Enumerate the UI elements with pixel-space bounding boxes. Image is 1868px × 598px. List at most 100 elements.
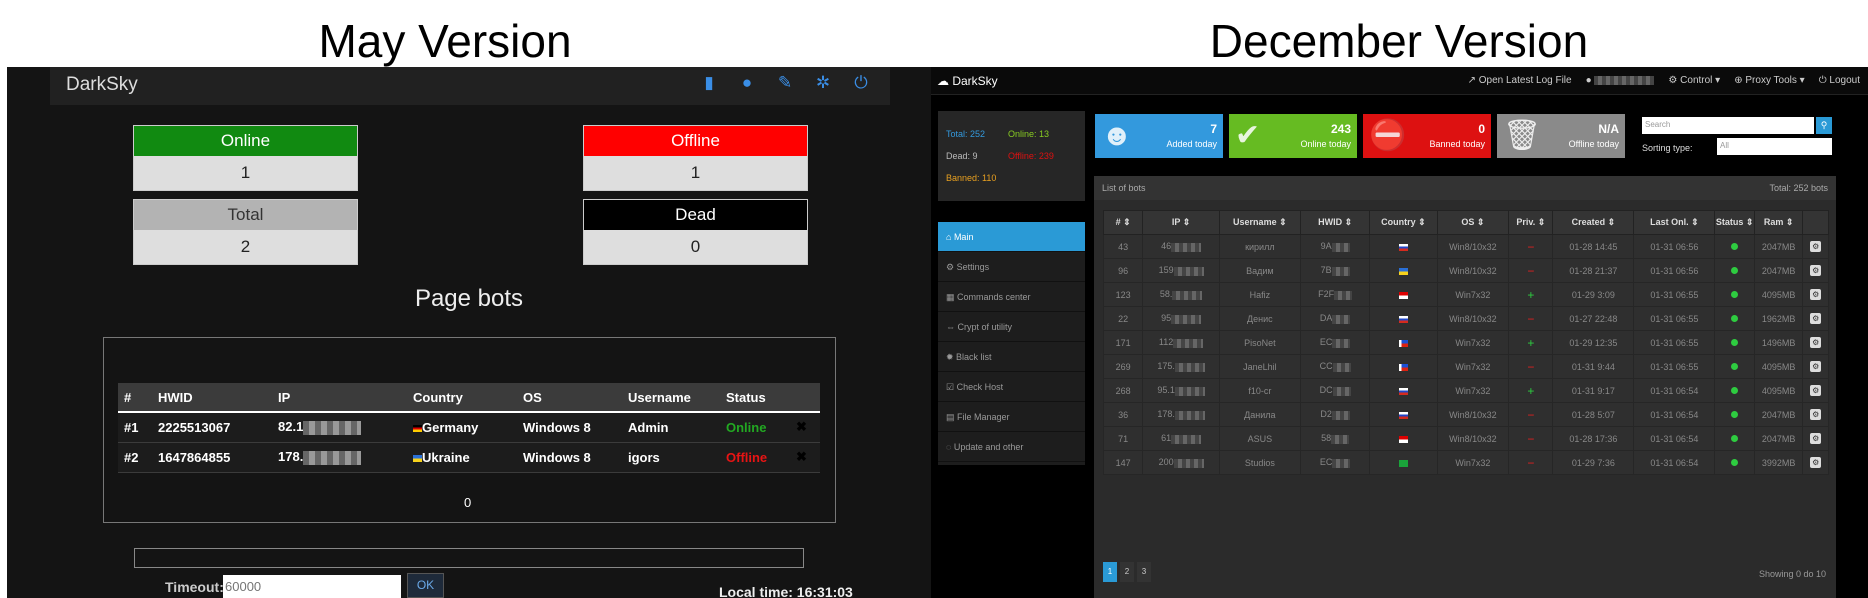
page-number[interactable]: 0 xyxy=(464,495,471,510)
row-action[interactable]: ⚙ xyxy=(1802,354,1829,379)
table-row[interactable]: 123 58. Hafiz F2F Win7x32 +01-29 3:09 01-31 06… xyxy=(1102,282,1829,307)
dec-col-8[interactable]: Last Onl. ⇕ xyxy=(1633,210,1716,235)
table-row[interactable]: #2 1647864855 178. Ukraine Windows 8 igo… xyxy=(118,442,820,473)
brand[interactable]: DarkSky xyxy=(66,74,138,96)
delete-icon[interactable]: ✖ xyxy=(790,442,820,473)
gear-icon[interactable]: ⚙ xyxy=(1810,313,1822,324)
col-os[interactable]: OS xyxy=(517,383,622,413)
col-hwid[interactable]: HWID xyxy=(152,383,272,413)
status-online-icon xyxy=(1731,266,1739,274)
open-log-link[interactable]: ↗ Open Latest Log File xyxy=(1468,75,1572,86)
proxy-tools-menu[interactable]: ⊕ Proxy Tools ▾ xyxy=(1734,75,1804,86)
row-action[interactable]: ⚙ xyxy=(1802,450,1829,475)
redacted-blur xyxy=(1331,266,1350,276)
dec-col-0[interactable]: # ⇕ xyxy=(1102,210,1144,235)
redacted-blur xyxy=(1172,290,1203,300)
dec-col-9[interactable]: Status ⇕ xyxy=(1714,210,1755,235)
power-icon[interactable]: ⏻ xyxy=(852,73,870,93)
gear-icon[interactable]: ⚙ xyxy=(1810,409,1822,420)
sidebar-item-commands[interactable]: ▦ Commands center xyxy=(938,282,1085,312)
search-icon: ⚲ xyxy=(1820,120,1828,130)
dec-col-5[interactable]: OS ⇕ xyxy=(1436,210,1510,235)
table-row[interactable]: 269 175. JaneLhil CC Win7x32−01-31 9:44 01-31… xyxy=(1102,354,1829,379)
table-row[interactable]: 268 95.1 f10-cr DC Win7x32 +01-31 9:17 01-31 0… xyxy=(1102,378,1829,403)
col-country[interactable]: Country xyxy=(407,383,517,413)
user-icon[interactable]: ● xyxy=(738,73,756,93)
signal-icon[interactable]: ▮ xyxy=(700,73,718,93)
gear-icon[interactable]: ⚙ xyxy=(1810,265,1822,276)
row-priv: − xyxy=(1508,258,1554,283)
dec-col-7[interactable]: Created ⇕ xyxy=(1552,210,1635,235)
top-links: ↗ Open Latest Log File ● ⚙ Control ▾ ⊕ P… xyxy=(1468,75,1860,86)
row-action[interactable]: ⚙ xyxy=(1802,306,1829,331)
logout-link[interactable]: ⏻ Logout xyxy=(1819,75,1860,86)
row-action[interactable]: ⚙ xyxy=(1802,234,1829,259)
row-username: кирилл xyxy=(1218,234,1301,259)
row-country xyxy=(1369,282,1438,307)
gear-icon[interactable]: ⚙ xyxy=(1810,385,1822,396)
dec-col-3[interactable]: HWID ⇕ xyxy=(1299,210,1371,235)
row-status xyxy=(1714,258,1755,283)
search-input[interactable]: Search xyxy=(1642,117,1814,134)
col-username[interactable]: Username xyxy=(622,383,720,413)
page-3[interactable]: 3 xyxy=(1137,562,1151,582)
row-action[interactable]: ⚙ xyxy=(1802,330,1829,355)
gear-icon[interactable]: ⚙ xyxy=(1810,289,1822,300)
col-num[interactable]: # xyxy=(118,383,152,413)
dec-col-2[interactable]: Username ⇕ xyxy=(1218,210,1301,235)
col-status[interactable]: Status xyxy=(720,383,790,413)
sidebar-item-crypt[interactable]: ⇔ Crypt of utility xyxy=(938,312,1085,342)
table-row[interactable]: #1 2225513067 82.1 Germany Windows 8 Adm… xyxy=(118,412,820,443)
row-action[interactable]: ⚙ xyxy=(1802,258,1829,283)
search-button[interactable]: ⚲ xyxy=(1816,117,1832,134)
row-last-online: 01-31 06:55 xyxy=(1633,354,1716,379)
dec-col-4[interactable]: Country ⇕ xyxy=(1369,210,1438,235)
table-row[interactable]: 43 46 кирилл 9A Win8/10x32−01-28 14:45 01-31 … xyxy=(1102,234,1829,259)
dec-col-11[interactable] xyxy=(1802,210,1829,235)
online-box: Online 1 xyxy=(133,125,358,191)
gear-icon[interactable]: ⚙ xyxy=(1810,241,1822,252)
row-last-online: 01-31 06:55 xyxy=(1633,282,1716,307)
page-2[interactable]: 2 xyxy=(1120,562,1134,582)
gear-icon[interactable]: ⚙ xyxy=(1810,337,1822,348)
table-row[interactable]: 36 178. Данила D2 Win8/10x32−01-28 5:07 01-31… xyxy=(1102,402,1829,427)
gear-icon[interactable]: ⚙ xyxy=(1810,433,1822,444)
page-1[interactable]: 1 xyxy=(1103,562,1117,582)
table-row[interactable]: 71 61 ASUS 58 Win8/10x32−01-28 17:36 01-31 06… xyxy=(1102,426,1829,451)
sidebar-item-update[interactable]: ◌ Update and other xyxy=(938,432,1085,462)
gear-icon[interactable]: ⚙ xyxy=(1810,361,1822,372)
gear-icon[interactable]: ⚙ xyxy=(1810,457,1822,468)
sidebar-item-main[interactable]: ⌂ Main xyxy=(938,222,1085,252)
table-row[interactable]: 22 95 Денис DA Win8/10x32−01-27 22:48 01-31 0… xyxy=(1102,306,1829,331)
sidebar-item-filemanager[interactable]: ▤ File Manager xyxy=(938,402,1085,432)
total-label: Total xyxy=(134,200,357,230)
brand[interactable]: ☁ DarkSky xyxy=(937,74,998,88)
gear-icon[interactable]: ✲ xyxy=(814,73,832,93)
row-action[interactable]: ⚙ xyxy=(1802,378,1829,403)
col-ip[interactable]: IP xyxy=(272,383,407,413)
row-hwid: EC xyxy=(1299,330,1371,355)
table-row[interactable]: 147 200 Studios EC Win7x32−01-29 7:36 01-31 0… xyxy=(1102,450,1829,475)
timeout-input[interactable] xyxy=(223,575,401,598)
row-ram: 1496MB xyxy=(1753,330,1804,355)
sidebar-item-settings[interactable]: ⚙ Settings xyxy=(938,252,1085,282)
row-last-online: 01-31 06:54 xyxy=(1633,426,1716,451)
delete-icon[interactable]: ✖ xyxy=(790,412,820,443)
row-ram: 4095MB xyxy=(1753,354,1804,379)
table-row[interactable]: 96 159 Вадим 7B Win8/10x32−01-28 21:37 01-31 … xyxy=(1102,258,1829,283)
row-action[interactable]: ⚙ xyxy=(1802,426,1829,451)
row-action[interactable]: ⚙ xyxy=(1802,282,1829,307)
dec-col-1[interactable]: IP ⇕ xyxy=(1142,210,1220,235)
dec-col-10[interactable]: Ram ⇕ xyxy=(1753,210,1804,235)
row-num: 22 xyxy=(1102,306,1144,331)
table-row[interactable]: 171 112 PisoNet EC Win7x32 +01-29 12:35 01-31 … xyxy=(1102,330,1829,355)
control-menu[interactable]: ⚙ Control ▾ xyxy=(1668,75,1720,86)
pagination: 1 2 3 xyxy=(1103,562,1151,582)
sidebar-item-blacklist[interactable]: ✹ Black list xyxy=(938,342,1085,372)
sidebar-item-checkhost[interactable]: ☑ Check Host xyxy=(938,372,1085,402)
dec-col-6[interactable]: Priv. ⇕ xyxy=(1508,210,1554,235)
sorting-select[interactable]: All xyxy=(1717,138,1832,155)
ok-button[interactable]: OK xyxy=(407,573,444,598)
pin-icon[interactable]: ✎ xyxy=(776,73,794,93)
row-action[interactable]: ⚙ xyxy=(1802,402,1829,427)
